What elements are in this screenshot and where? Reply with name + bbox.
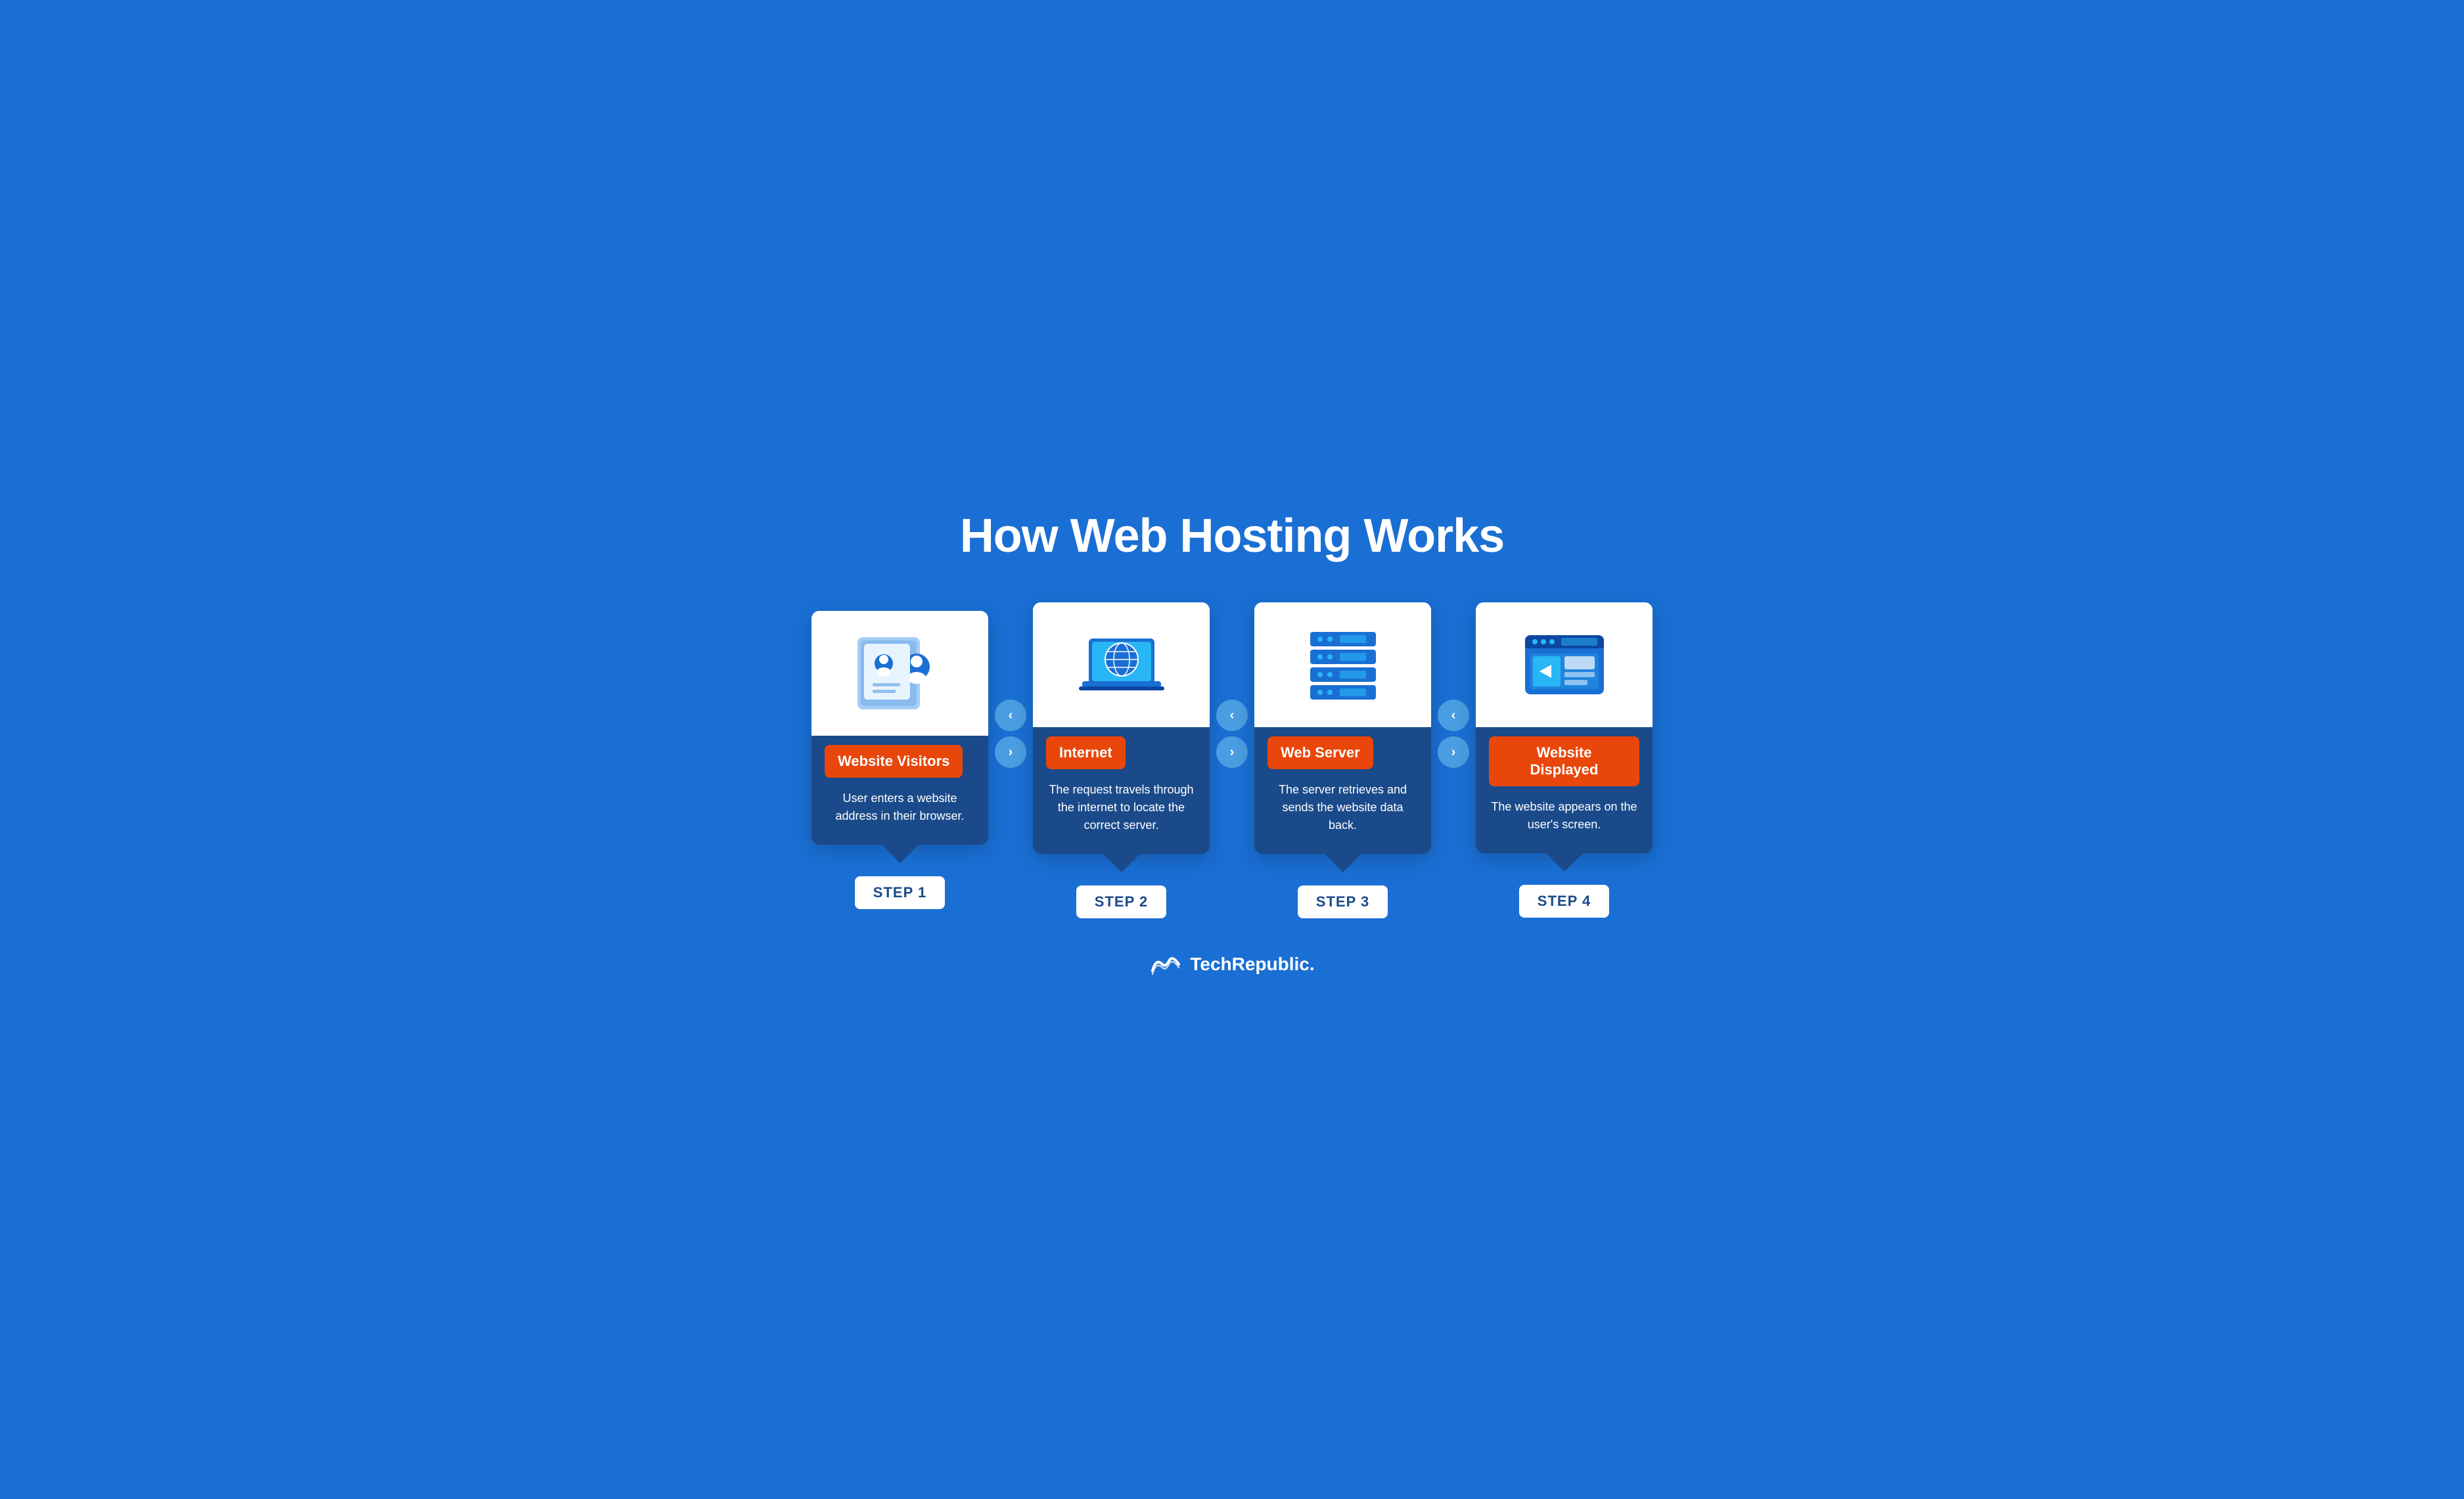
step-4-wrapper: Website Displayed The website appears on… <box>1476 602 1653 918</box>
step-2-label: Internet <box>1046 736 1126 769</box>
techrepublic-logo-icon <box>1149 951 1182 977</box>
step-1-bottom: Website Visitors User enters a website a… <box>811 736 988 845</box>
step-4-label: Website Displayed <box>1489 736 1639 786</box>
step-3-wrapper: Web Server The server retrieves and send… <box>1254 602 1431 918</box>
step-3-arrow <box>1325 854 1361 872</box>
arrow-up-3: ‹ <box>1438 700 1469 731</box>
step-4-bottom: Website Displayed The website appears on… <box>1476 727 1653 853</box>
step-2-wrapper: Internet The request travels through the… <box>1033 602 1210 918</box>
server-icon <box>1297 622 1389 714</box>
step-3-bottom: Web Server The server retrieves and send… <box>1254 727 1431 854</box>
step-1-description: User enters a website address in their b… <box>811 779 988 845</box>
step-1-arrow <box>882 845 919 863</box>
step-3-description: The server retrieves and sends the websi… <box>1254 771 1431 854</box>
visitors-icon <box>854 631 946 723</box>
arrow-connector-1: ‹ › <box>988 700 1033 768</box>
step-1-label: Website Visitors <box>825 745 963 778</box>
step-3-label: Web Server <box>1267 736 1373 769</box>
step-4-arrow <box>1546 853 1583 872</box>
step-1-icon-area <box>811 611 988 736</box>
step-1-card: Website Visitors User enters a website a… <box>811 611 988 845</box>
arrow-down-1: › <box>995 736 1026 768</box>
arrow-down-3: › <box>1438 736 1469 768</box>
arrow-up-1: ‹ <box>995 700 1026 731</box>
step-2-card: Internet The request travels through the… <box>1033 602 1210 854</box>
internet-icon <box>1076 622 1168 714</box>
step-4-label-box: STEP 4 <box>1519 885 1609 918</box>
step-2-description: The request travels through the internet… <box>1033 771 1210 854</box>
main-title: How Web Hosting Works <box>811 509 1653 563</box>
arrow-up-2: ‹ <box>1216 700 1248 731</box>
steps-row: Website Visitors User enters a website a… <box>811 602 1653 918</box>
arrow-connector-2: ‹ › <box>1210 700 1254 768</box>
display-icon <box>1518 622 1610 714</box>
step-3-icon-area <box>1254 602 1431 727</box>
step-2-bottom: Internet The request travels through the… <box>1033 727 1210 854</box>
step-4-description: The website appears on the user's screen… <box>1476 788 1653 853</box>
step-2-icon-area <box>1033 602 1210 727</box>
arrow-down-2: › <box>1216 736 1248 768</box>
brand-footer: TechRepublic. <box>811 951 1653 977</box>
infographic-container: How Web Hosting Works <box>772 483 1692 1017</box>
step-3-card: Web Server The server retrieves and send… <box>1254 602 1431 854</box>
step-2-label-box: STEP 2 <box>1076 885 1166 918</box>
step-2-arrow <box>1103 854 1140 872</box>
step-4-icon-area <box>1476 602 1653 727</box>
step-4-card: Website Displayed The website appears on… <box>1476 602 1653 853</box>
step-1-label-box: STEP 1 <box>855 876 945 909</box>
arrow-connector-3: ‹ › <box>1431 700 1476 768</box>
step-1-wrapper: Website Visitors User enters a website a… <box>811 611 988 909</box>
step-3-label-box: STEP 3 <box>1298 885 1388 918</box>
brand-name: TechRepublic. <box>1190 954 1314 975</box>
